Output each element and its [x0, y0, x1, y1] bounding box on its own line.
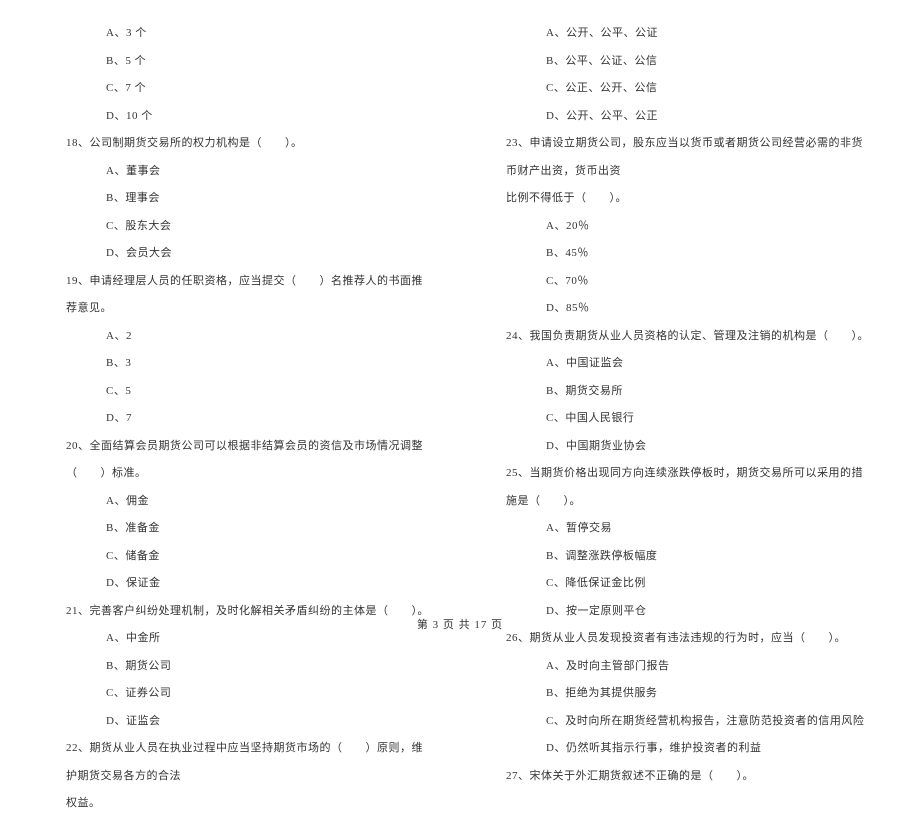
- option-text: C、储备金: [50, 543, 430, 571]
- option-text: B、拒绝为其提供服务: [490, 680, 870, 708]
- question-text: 18、公司制期货交易所的权力机构是（ ）。: [50, 130, 430, 158]
- question-text: 23、申请设立期货公司，股东应当以货币或者期货公司经营必需的非货币财产出资，货币…: [490, 130, 870, 185]
- question-text: 27、宋体关于外汇期货叙述不正确的是（ ）。: [490, 763, 870, 791]
- question-text: 20、全面结算会员期货公司可以根据非结算会员的资信及市场情况调整（ ）标准。: [50, 433, 430, 488]
- option-text: A、佣金: [50, 488, 430, 516]
- option-text: A、董事会: [50, 158, 430, 186]
- option-text: B、期货交易所: [490, 378, 870, 406]
- question-continuation: 比例不得低于（ ）。: [490, 185, 870, 213]
- option-text: C、及时向所在期货经营机构报告，注意防范投资者的信用风险: [490, 708, 870, 736]
- option-text: D、7: [50, 405, 430, 433]
- option-text: A、公开、公平、公证: [490, 20, 870, 48]
- right-column: A、公开、公平、公证 B、公平、公证、公信 C、公正、公开、公信 D、公开、公平…: [490, 20, 870, 818]
- option-text: A、暂停交易: [490, 515, 870, 543]
- option-text: C、70％: [490, 268, 870, 296]
- option-text: A、2: [50, 323, 430, 351]
- option-text: B、准备金: [50, 515, 430, 543]
- option-text: B、调整涨跌停板幅度: [490, 543, 870, 571]
- option-text: C、5: [50, 378, 430, 406]
- page-footer: 第 3 页 共 17 页: [0, 616, 920, 632]
- option-text: B、3: [50, 350, 430, 378]
- question-text: 24、我国负责期货从业人员资格的认定、管理及注销的机构是（ ）。: [490, 323, 870, 351]
- option-text: B、45％: [490, 240, 870, 268]
- option-text: C、降低保证金比例: [490, 570, 870, 598]
- option-text: D、10 个: [50, 103, 430, 131]
- question-text: 19、申请经理层人员的任职资格，应当提交（ ）名推荐人的书面推荐意见。: [50, 268, 430, 323]
- option-text: D、证监会: [50, 708, 430, 736]
- option-text: C、7 个: [50, 75, 430, 103]
- page-container: A、3 个 B、5 个 C、7 个 D、10 个 18、公司制期货交易所的权力机…: [0, 0, 920, 818]
- option-text: C、股东大会: [50, 213, 430, 241]
- option-text: A、中国证监会: [490, 350, 870, 378]
- option-text: D、公开、公平、公正: [490, 103, 870, 131]
- option-text: A、20％: [490, 213, 870, 241]
- option-text: B、理事会: [50, 185, 430, 213]
- option-text: D、中国期货业协会: [490, 433, 870, 461]
- option-text: C、证券公司: [50, 680, 430, 708]
- option-text: B、5 个: [50, 48, 430, 76]
- option-text: C、中国人民银行: [490, 405, 870, 433]
- option-text: D、85％: [490, 295, 870, 323]
- question-continuation: 权益。: [50, 790, 430, 818]
- option-text: A、3 个: [50, 20, 430, 48]
- option-text: B、公平、公证、公信: [490, 48, 870, 76]
- option-text: D、仍然听其指示行事，维护投资者的利益: [490, 735, 870, 763]
- option-text: B、期货公司: [50, 653, 430, 681]
- left-column: A、3 个 B、5 个 C、7 个 D、10 个 18、公司制期货交易所的权力机…: [50, 20, 430, 818]
- option-text: D、保证金: [50, 570, 430, 598]
- question-text: 22、期货从业人员在执业过程中应当坚持期货市场的（ ）原则，维护期货交易各方的合…: [50, 735, 430, 790]
- option-text: C、公正、公开、公信: [490, 75, 870, 103]
- option-text: D、会员大会: [50, 240, 430, 268]
- option-text: A、及时向主管部门报告: [490, 653, 870, 681]
- question-text: 25、当期货价格出现同方向连续涨跌停板时，期货交易所可以采用的措施是（ ）。: [490, 460, 870, 515]
